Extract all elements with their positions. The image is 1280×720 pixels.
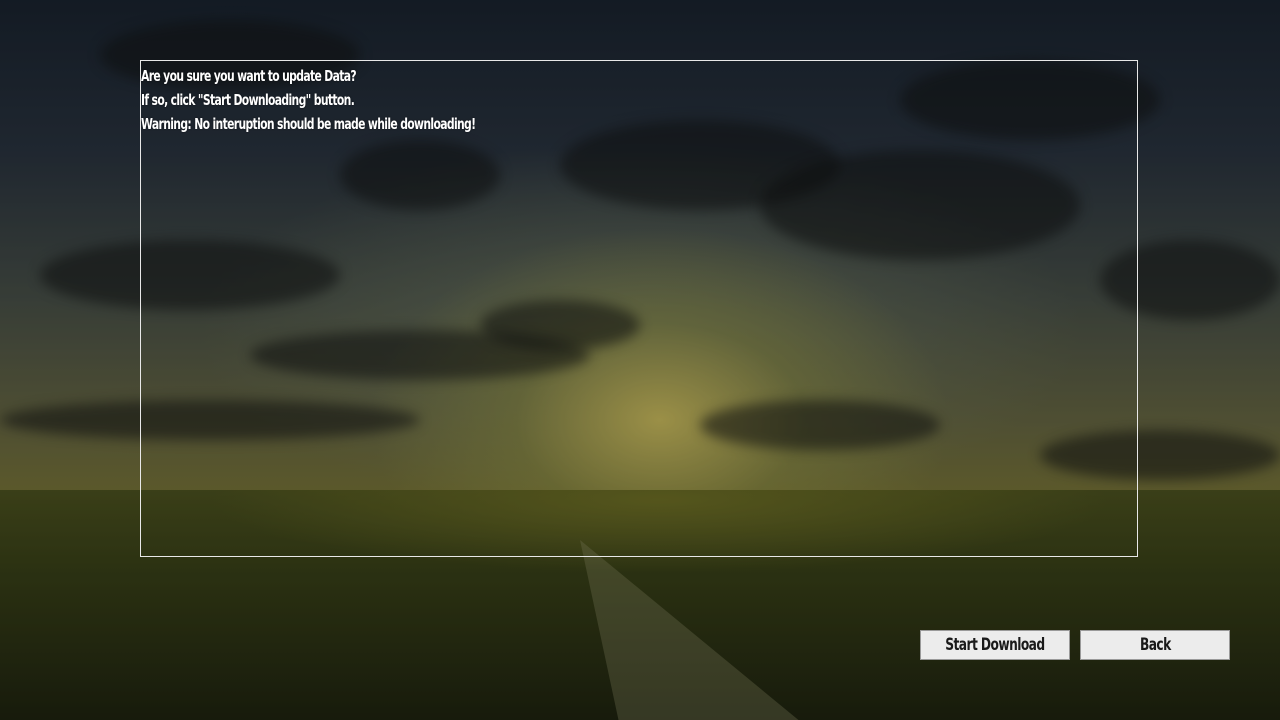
start-download-button-label: Start Download [945, 635, 1045, 655]
instruction-text: If so, click "Start Downloading" button. [141, 91, 355, 109]
back-button[interactable]: Back [1080, 630, 1230, 660]
warning-text: Warning: No interuption should be made w… [141, 115, 476, 133]
back-button-label: Back [1139, 635, 1171, 655]
start-download-button[interactable]: Start Download [920, 630, 1070, 660]
message-panel: Are you sure you want to update Data? If… [140, 60, 1138, 557]
app-screen: Are you sure you want to update Data? If… [0, 0, 1280, 720]
confirm-question-text: Are you sure you want to update Data? [141, 67, 357, 85]
